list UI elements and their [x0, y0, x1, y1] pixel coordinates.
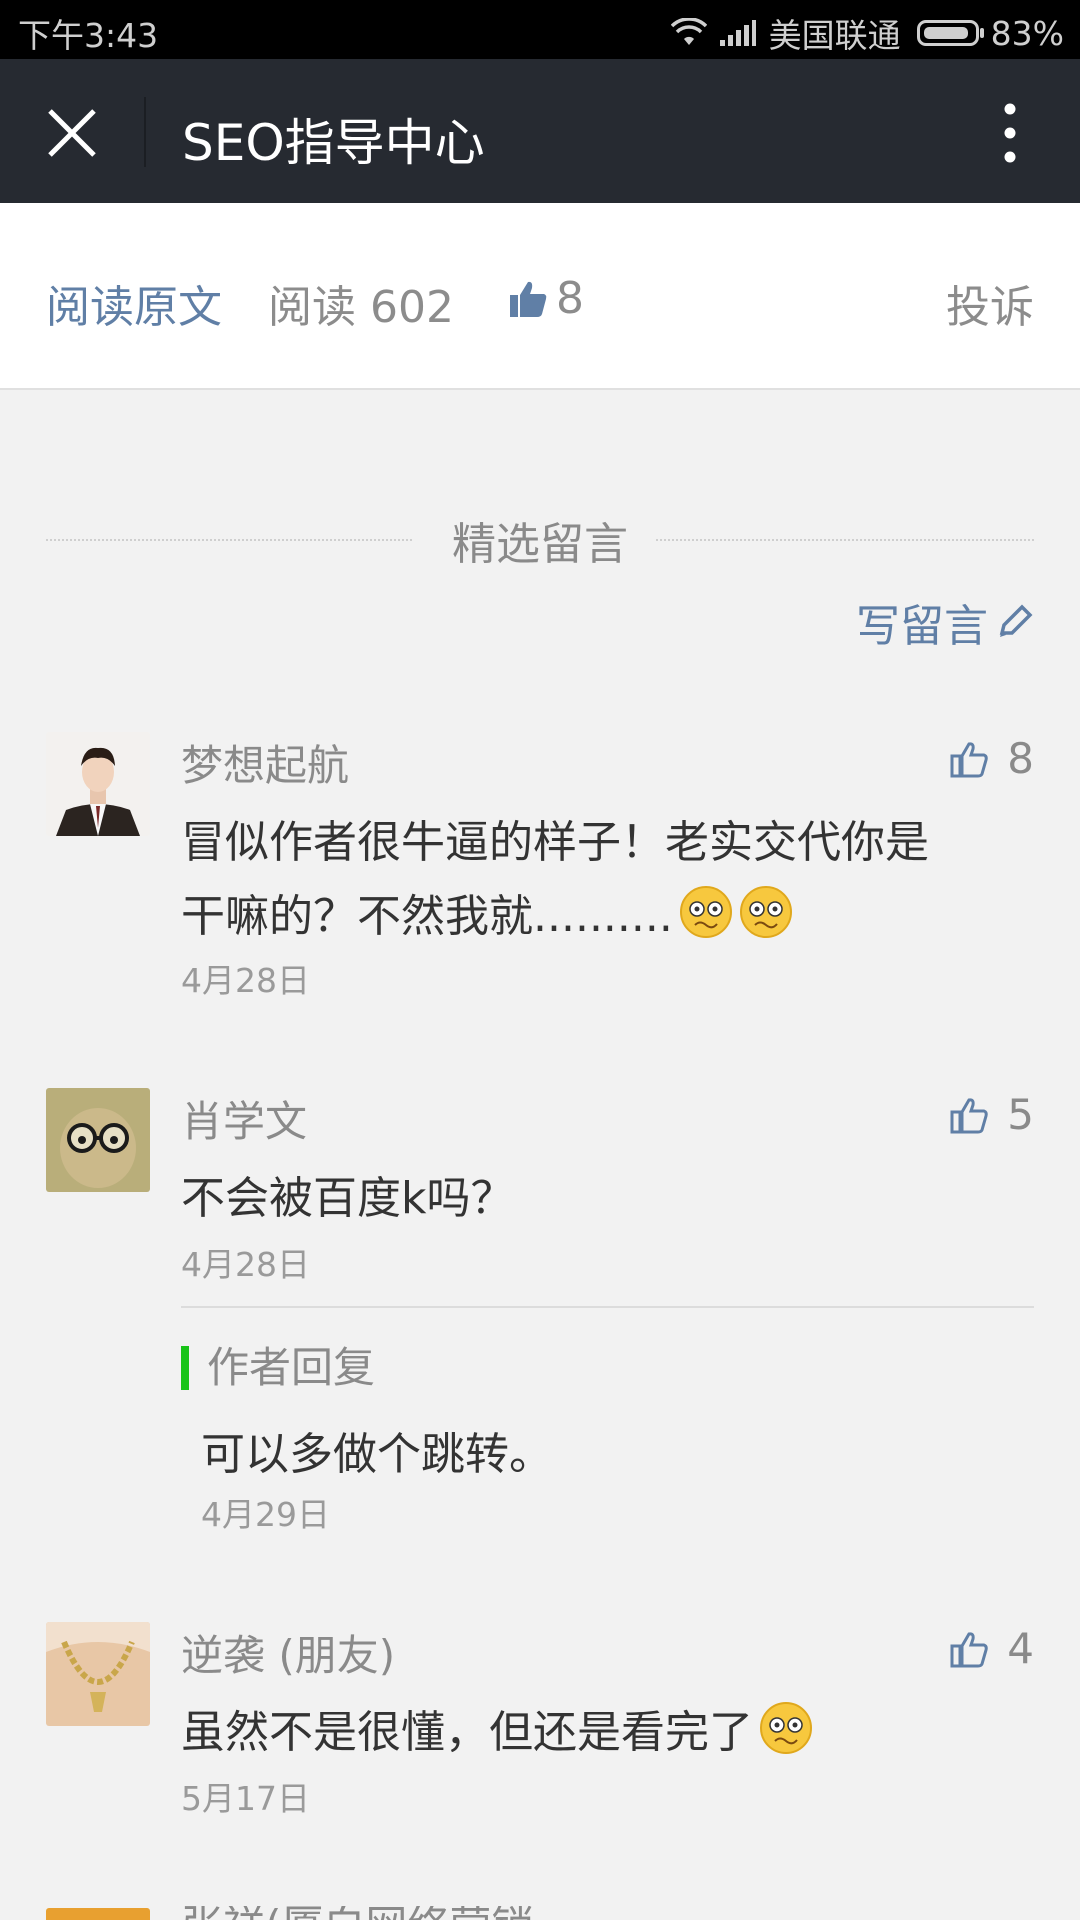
comment-author: 梦想起航 [181, 741, 350, 790]
thumb-up-icon [950, 1097, 989, 1133]
author-reply-date: 4月29日 [201, 1495, 330, 1534]
comment-item: 梦想起航 8 冒似作者很牛逼的样子！老实交代你是 干嘛的？不然我就.......… [46, 732, 1034, 1000]
status-bar: 下午3:43 美国联通 83% [0, 0, 1080, 59]
comment-text-line: 冒似作者很牛逼的样子！老实交代你是 [181, 817, 929, 868]
comment-text-line: 虽然不是很懂，但还是看完了 [181, 1707, 753, 1758]
awkward-face-emoji-icon [739, 886, 792, 938]
comment-like-button[interactable]: 5 [949, 1090, 1034, 1139]
author-reply-label: 作者回复 [181, 1346, 375, 1390]
write-comment-label: 写留言 [856, 601, 988, 652]
article-like-button[interactable]: 8 [508, 273, 584, 324]
more-vertical-icon[interactable] [1000, 101, 1020, 165]
reply-separator [181, 1306, 1034, 1308]
comment-author: 肖学文 [181, 1097, 308, 1146]
status-time: 下午3:43 [18, 16, 159, 55]
read-count: 阅读 602 [268, 282, 454, 333]
signal-icon [719, 20, 756, 46]
featured-comments-header: 精选留言 [46, 508, 1034, 572]
pencil-icon [999, 604, 1033, 637]
comment-date: 4月28日 [181, 1245, 310, 1284]
awkward-face-emoji-icon [760, 1702, 812, 1754]
comment-like-count: 4 [1007, 1624, 1034, 1673]
comment-text: 不会被百度k吗？ [181, 1173, 515, 1224]
avatar[interactable] [46, 1088, 150, 1192]
status-right: 美国联通 83% [670, 9, 1064, 57]
comment-like-count: 5 [1007, 1090, 1034, 1139]
awkward-face-emoji-icon [679, 886, 732, 938]
page-title: SEO指导中心 [182, 114, 485, 172]
article-stats-bar: 阅读原文 阅读 602 8 投诉 [0, 203, 1080, 390]
comment-date: 5月17日 [181, 1779, 310, 1818]
comment-item: 肖学文 5 不会被百度k吗？ 4月28日 作者回复 可以多做个跳转。 4月29日 [46, 1088, 1034, 1534]
comment-like-button[interactable]: 8 [949, 734, 1034, 783]
thumb-up-icon [950, 741, 989, 777]
battery-percent: 83% [990, 13, 1064, 53]
avatar[interactable] [46, 1908, 150, 1920]
avatar[interactable] [46, 1622, 150, 1726]
comment-item-partial: 张祥(厦白网络营销 [46, 1906, 1034, 1920]
comment-like-button[interactable]: 4 [949, 1624, 1034, 1673]
author-reply-text: 可以多做个跳转。 [201, 1429, 553, 1480]
comment-like-count: 8 [1007, 734, 1034, 783]
write-comment-button[interactable]: 写留言 [856, 590, 1034, 654]
thumb-up-filled-icon [510, 281, 547, 317]
section-title: 精选留言 [452, 519, 628, 570]
carrier-label: 美国联通 [768, 16, 901, 55]
comment-author: 张祥(厦白网络营销 [181, 1906, 533, 1920]
avatar[interactable] [46, 732, 150, 836]
top-bar-divider [144, 97, 146, 167]
comment-item: 逆袭 (朋友) 4 虽然不是很懂，但还是看完了 5月17日 [46, 1622, 1034, 1822]
thumb-up-icon [950, 1631, 989, 1667]
top-bar: SEO指导中心 [0, 59, 1080, 203]
report-link[interactable]: 投诉 [946, 271, 1034, 335]
wifi-icon [670, 18, 707, 45]
comment-author: 逆袭 (朋友) [181, 1631, 396, 1680]
comment-text: 冒似作者很牛逼的样子！老实交代你是 干嘛的？不然我就.......... [181, 806, 1021, 954]
comment-text: 虽然不是很懂，但还是看完了 [181, 1696, 1021, 1770]
comment-text-line: 干嘛的？不然我就.......... [181, 891, 673, 942]
article-like-count: 8 [556, 273, 584, 324]
comment-date: 4月28日 [181, 961, 310, 1000]
battery-icon [916, 20, 984, 46]
close-icon[interactable] [44, 105, 100, 161]
read-original-link[interactable]: 阅读原文 [46, 271, 222, 335]
comment-text-line-2: 干嘛的？不然我就.......... [181, 880, 1021, 954]
